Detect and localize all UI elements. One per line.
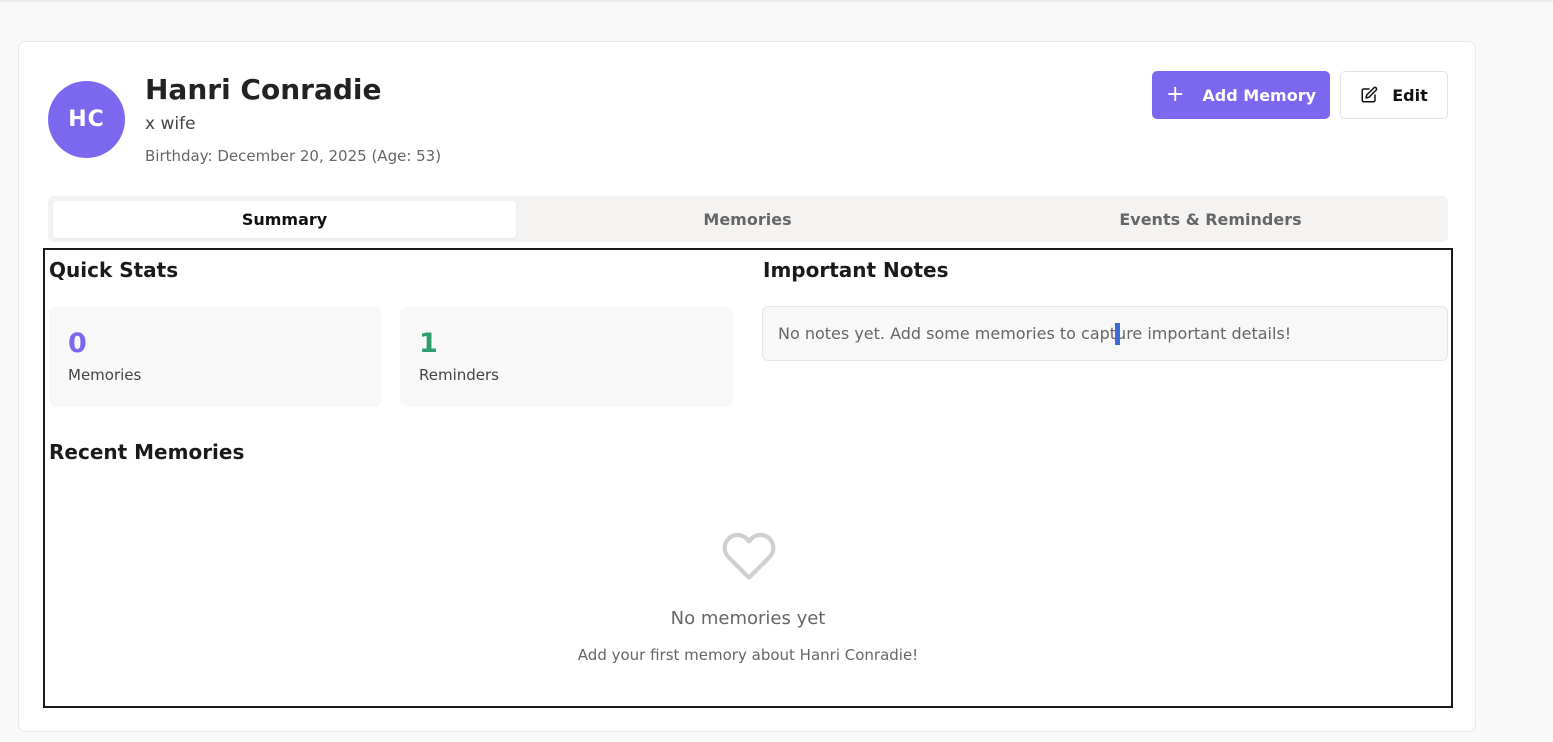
tab-events-reminders[interactable]: Events & Reminders	[979, 201, 1442, 238]
avatar: HC	[48, 81, 125, 158]
memories-stat-label: Memories	[68, 366, 142, 384]
notes-empty-text: No notes yet. Add some memories to captu…	[778, 324, 1292, 343]
avatar-initials: HC	[68, 107, 105, 132]
heart-icon	[721, 530, 777, 582]
reminders-stat-card: 1 Reminders	[400, 306, 733, 407]
recent-empty-title: No memories yet	[670, 608, 826, 629]
memories-stat-card: 0 Memories	[49, 306, 382, 407]
reminders-stat-label: Reminders	[419, 366, 499, 384]
quick-stats-title: Quick Stats	[49, 258, 179, 282]
tab-summary[interactable]: Summary	[53, 201, 516, 238]
profile-relation: x wife	[145, 114, 196, 134]
tab-memories[interactable]: Memories	[516, 201, 979, 238]
important-notes-box: No notes yet. Add some memories to captu…	[762, 306, 1448, 361]
recent-memories-title: Recent Memories	[49, 440, 245, 464]
reminders-count: 1	[419, 328, 438, 359]
profile-card: HC Hanri Conradie x wife Birthday: Decem…	[18, 41, 1476, 732]
memories-count: 0	[68, 328, 87, 359]
add-memory-button[interactable]: + Add Memory	[1152, 71, 1330, 119]
important-notes-title: Important Notes	[763, 258, 949, 282]
recent-empty-subtitle: Add your first memory about Hanri Conrad…	[577, 646, 919, 664]
edit-label: Edit	[1392, 85, 1428, 105]
edit-icon	[1360, 86, 1378, 104]
profile-name: Hanri Conradie	[145, 73, 382, 106]
profile-birthday: Birthday: December 20, 2025 (Age: 53)	[145, 147, 442, 165]
text-cursor	[1115, 323, 1120, 345]
edit-button[interactable]: Edit	[1340, 71, 1448, 119]
top-divider	[0, 0, 1553, 2]
tab-bar: Summary Memories Events & Reminders	[48, 196, 1448, 242]
summary-panel: Quick Stats 0 Memories 1 Reminders Impor…	[43, 248, 1453, 708]
plus-icon: +	[1165, 82, 1185, 107]
add-memory-label: Add Memory	[1202, 85, 1317, 105]
